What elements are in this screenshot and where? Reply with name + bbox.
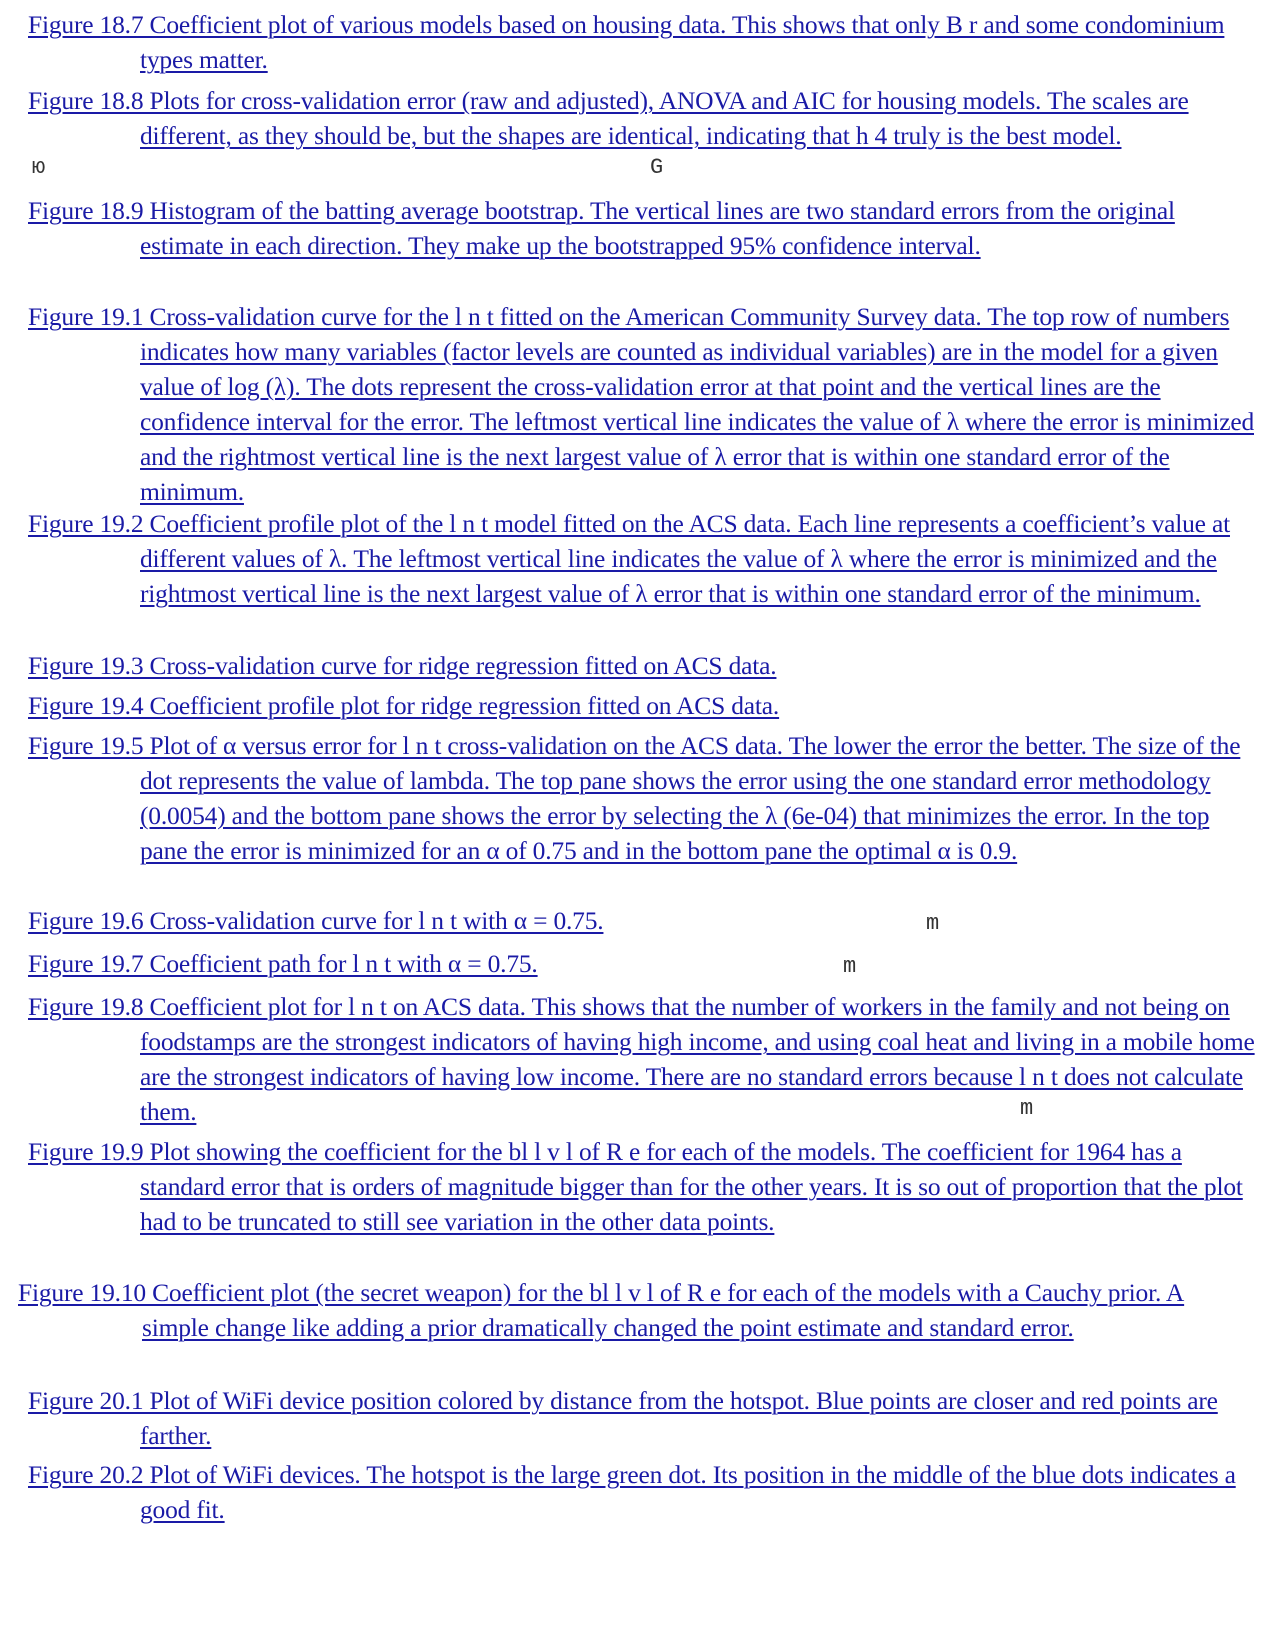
figure-entry-19-6[interactable]: Figure 19.6 Cross-validation curve for l… xyxy=(28,903,1258,938)
figure-entry-20-2[interactable]: Figure 20.2 Plot of WiFi devices. The ho… xyxy=(28,1457,1258,1527)
figure-entry-19-2[interactable]: Figure 19.2 Coefficient profile plot of … xyxy=(28,506,1258,611)
figure-entry-19-5[interactable]: Figure 19.5 Plot of α versus error for l… xyxy=(28,728,1258,868)
figure-link-19-4[interactable]: Figure 19.4 Coefficient profile plot for… xyxy=(28,691,779,720)
figure-link-20-2[interactable]: Figure 20.2 Plot of WiFi devices. The ho… xyxy=(28,1460,1236,1524)
figure-link-19-2[interactable]: Figure 19.2 Coefficient profile plot of … xyxy=(28,509,1230,608)
figure-link-18-8[interactable]: Figure 18.8 Plots for cross-validation e… xyxy=(28,86,1189,150)
figure-entry-19-4[interactable]: Figure 19.4 Coefficient profile plot for… xyxy=(28,688,1258,723)
figure-entry-20-1[interactable]: Figure 20.1 Plot of WiFi device position… xyxy=(28,1383,1258,1453)
figure-entry-18-9[interactable]: Figure 18.9 Histogram of the batting ave… xyxy=(28,193,1258,263)
figure-entry-19-1[interactable]: Figure 19.1 Cross-validation curve for t… xyxy=(28,299,1258,509)
figure-link-20-1[interactable]: Figure 20.1 Plot of WiFi device position… xyxy=(28,1386,1218,1450)
stray-glyph: G xyxy=(650,155,664,180)
stray-glyph: m xyxy=(926,911,940,936)
figure-link-18-7[interactable]: Figure 18.7 Coefficient plot of various … xyxy=(28,10,1225,74)
figure-entry-19-10[interactable]: Figure 19.10 Coefficient plot (the secre… xyxy=(18,1275,1248,1345)
figure-entry-18-8[interactable]: Figure 18.8 Plots for cross-validation e… xyxy=(28,83,1258,153)
figure-entry-19-3[interactable]: Figure 19.3 Cross-validation curve for r… xyxy=(28,648,1258,683)
figure-link-19-9[interactable]: Figure 19.9 Plot showing the coefficient… xyxy=(28,1137,1243,1236)
figure-link-19-8[interactable]: Figure 19.8 Coefficient plot for l n t o… xyxy=(28,992,1255,1126)
figure-link-19-7[interactable]: Figure 19.7 Coefficient path for l n t w… xyxy=(28,949,538,978)
figure-link-19-6[interactable]: Figure 19.6 Cross-validation curve for l… xyxy=(28,906,604,935)
stray-glyph: m xyxy=(1020,1096,1034,1121)
figure-link-19-5[interactable]: Figure 19.5 Plot of α versus error for l… xyxy=(28,731,1241,865)
stray-glyph: m xyxy=(843,954,857,979)
figure-entry-19-7[interactable]: Figure 19.7 Coefficient path for l n t w… xyxy=(28,946,1258,981)
figure-link-19-10[interactable]: Figure 19.10 Coefficient plot (the secre… xyxy=(18,1278,1184,1342)
stray-glyph: ю xyxy=(32,155,46,180)
figure-entry-19-8[interactable]: Figure 19.8 Coefficient plot for l n t o… xyxy=(28,989,1258,1129)
figure-entry-18-7[interactable]: Figure 18.7 Coefficient plot of various … xyxy=(28,7,1258,77)
figure-link-19-1[interactable]: Figure 19.1 Cross-validation curve for t… xyxy=(28,302,1254,506)
figure-entry-19-9[interactable]: Figure 19.9 Plot showing the coefficient… xyxy=(28,1134,1258,1239)
list-of-figures-page: Figure 18.7 Coefficient plot of various … xyxy=(0,0,1275,1650)
figure-link-18-9[interactable]: Figure 18.9 Histogram of the batting ave… xyxy=(28,196,1175,260)
figure-link-19-3[interactable]: Figure 19.3 Cross-validation curve for r… xyxy=(28,651,777,680)
